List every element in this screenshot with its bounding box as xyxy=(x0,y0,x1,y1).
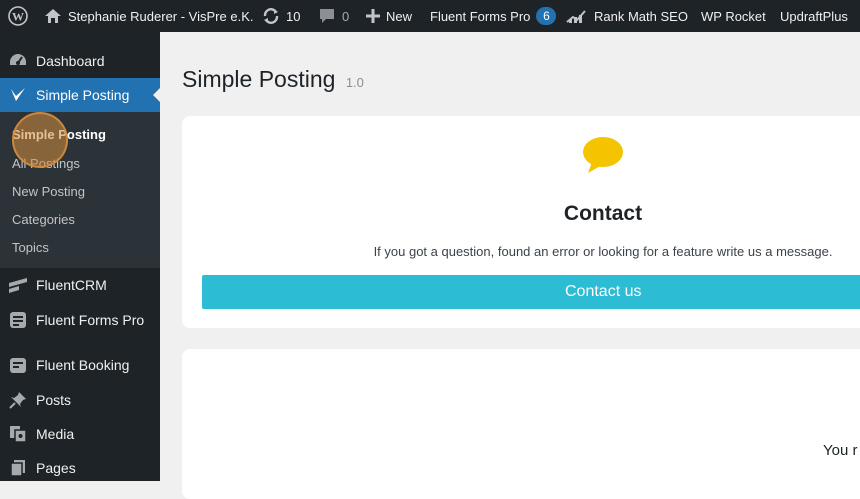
rank-math-icon xyxy=(566,8,588,24)
media-icon xyxy=(8,424,28,444)
rank-math-link[interactable]: Rank Math SEO xyxy=(566,0,688,32)
submenu-new-posting[interactable]: New Posting xyxy=(12,184,85,199)
comments-link[interactable]: 0 xyxy=(318,0,349,32)
updraft-label: UpdraftPlus xyxy=(780,8,848,24)
submenu-categories[interactable]: Categories xyxy=(12,212,75,227)
admin-sidebar: Dashboard Simple Posting Simple Posting … xyxy=(0,32,161,481)
fluent-booking-icon xyxy=(8,355,28,375)
menu-fluent-forms-pro-label: Fluent Forms Pro xyxy=(36,312,145,328)
menu-fluentcrm-label: FluentCRM xyxy=(36,277,107,293)
menu-fluent-forms-pro[interactable]: Fluent Forms Pro xyxy=(0,303,160,337)
secondary-card-text: You r xyxy=(823,442,858,459)
contact-us-label: Contact us xyxy=(565,283,642,300)
contact-us-button[interactable]: Contact us xyxy=(202,275,860,309)
dashboard-icon xyxy=(8,51,28,71)
rank-math-label: Rank Math SEO xyxy=(594,8,688,24)
page-title: Simple Posting 1.0 xyxy=(182,66,364,93)
menu-pages-label: Pages xyxy=(36,460,76,476)
fluentcrm-icon xyxy=(8,275,28,295)
wp-rocket-link[interactable]: WP Rocket xyxy=(701,0,766,32)
menu-fluent-booking-label: Fluent Booking xyxy=(36,357,130,373)
wordpress-logo-icon[interactable]: W xyxy=(8,0,28,32)
main-content: Simple Posting 1.0 Contact If you got a … xyxy=(160,32,860,499)
simple-posting-icon xyxy=(8,85,28,105)
submenu-topics[interactable]: Topics xyxy=(12,240,49,255)
page-version: 1.0 xyxy=(345,75,364,90)
page-title-text: Simple Posting xyxy=(182,66,336,92)
secondary-card: You r xyxy=(182,349,860,499)
fluent-forms-badge: 6 xyxy=(536,7,557,25)
updates-link[interactable]: 10 xyxy=(262,0,300,32)
speech-bubble-icon xyxy=(582,136,624,179)
site-name-link[interactable]: Stephanie Ruderer - VisPre e.K. xyxy=(44,0,253,32)
updraft-link[interactable]: UpdraftPlus xyxy=(780,0,848,32)
menu-fluent-booking[interactable]: Fluent Booking xyxy=(0,348,160,382)
pin-icon xyxy=(8,390,28,410)
menu-simple-posting[interactable]: Simple Posting xyxy=(0,78,161,112)
menu-media[interactable]: Media xyxy=(0,417,160,451)
fluent-forms-link[interactable]: Fluent Forms Pro 6 xyxy=(430,0,557,32)
contact-card: Contact If you got a question, found an … xyxy=(182,116,860,328)
menu-pages[interactable]: Pages xyxy=(0,451,160,485)
submenu-all-postings[interactable]: All Postings xyxy=(12,156,80,171)
new-label: New xyxy=(386,8,413,24)
site-name-label: Stephanie Ruderer - VisPre e.K. xyxy=(68,8,254,24)
menu-posts-label: Posts xyxy=(36,392,72,408)
menu-posts[interactable]: Posts xyxy=(0,383,160,417)
comments-count: 0 xyxy=(342,8,350,24)
home-icon xyxy=(44,8,62,24)
menu-simple-posting-label: Simple Posting xyxy=(36,87,130,103)
contact-heading: Contact xyxy=(563,202,643,225)
wp-rocket-label: WP Rocket xyxy=(701,8,766,24)
admin-bar: W Stephanie Ruderer - VisPre e.K. 10 0 N… xyxy=(0,0,860,32)
updates-count: 10 xyxy=(286,8,301,24)
menu-fluentcrm[interactable]: FluentCRM xyxy=(0,268,160,302)
menu-media-label: Media xyxy=(36,426,75,442)
menu-dashboard[interactable]: Dashboard xyxy=(0,44,160,78)
refresh-icon xyxy=(262,7,280,25)
menu-dashboard-label: Dashboard xyxy=(36,53,105,69)
fluent-forms-icon xyxy=(8,310,28,330)
plus-icon xyxy=(366,9,380,23)
pages-icon xyxy=(8,458,28,478)
submenu-simple-posting[interactable]: Simple Posting xyxy=(12,127,106,142)
fluent-forms-label: Fluent Forms Pro xyxy=(430,8,531,24)
simple-posting-submenu: Simple Posting All Postings New Posting … xyxy=(0,112,160,268)
svg-text:W: W xyxy=(12,10,24,24)
comment-icon xyxy=(318,8,336,24)
new-content-link[interactable]: New xyxy=(366,0,412,32)
contact-description: If you got a question, found an error or… xyxy=(373,244,833,259)
